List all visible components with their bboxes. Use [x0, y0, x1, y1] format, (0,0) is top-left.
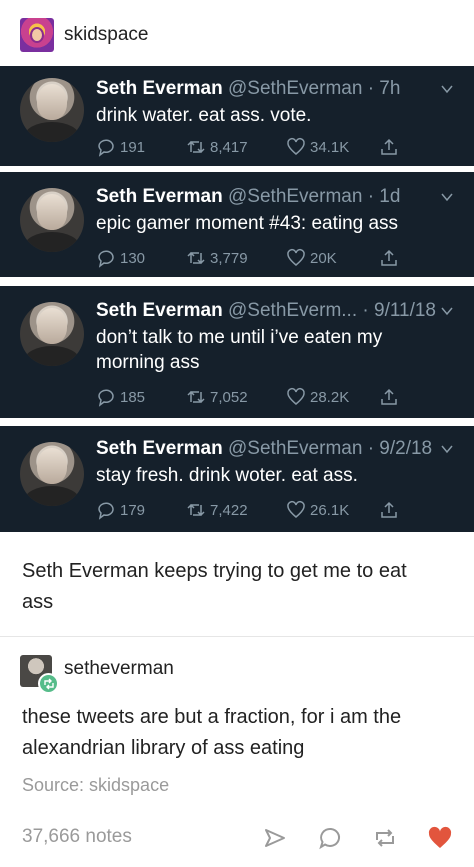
divider [0, 636, 474, 637]
comment-icon[interactable] [318, 825, 344, 851]
tweet-handle-time: @SethEverm... · 9/11/18 [228, 300, 436, 321]
chevron-down-icon[interactable] [440, 82, 454, 96]
reply-action[interactable]: 179 [96, 499, 145, 521]
tweet-author: Seth Everman @SethEverm... · 9/11/18 [96, 300, 436, 322]
share-action[interactable] [379, 247, 399, 269]
tweet-handle-time: @SethEverman · 9/2/18 [228, 438, 433, 459]
reblog-blog-name[interactable]: setheverman [64, 658, 174, 680]
reply-icon [98, 389, 114, 407]
tweet-display-name: Seth Everman [96, 300, 223, 321]
chevron-down-icon[interactable] [440, 190, 454, 204]
retweet-action[interactable]: 3,779 [186, 247, 248, 269]
reply-action[interactable]: 185 [96, 386, 145, 408]
share-action[interactable] [379, 499, 399, 521]
tweet-display-name: Seth Everman [96, 186, 223, 207]
heart-icon [287, 138, 305, 155]
reply-count: 179 [120, 501, 146, 519]
post-header: skidspace [0, 0, 474, 66]
reblog-icon [43, 678, 54, 689]
retweet-count: 7,422 [210, 501, 248, 519]
retweet-action[interactable]: 7,052 [186, 386, 248, 408]
send-icon[interactable] [262, 825, 288, 851]
heart-icon [287, 249, 305, 266]
notes-count[interactable]: 37,666 notes [22, 826, 132, 848]
reply-count: 191 [120, 138, 146, 156]
like-count: 34.1K [310, 138, 350, 156]
tweet-author: Seth Everman @SethEverman · 9/2/18 [96, 438, 432, 460]
tweet-handle-time: @SethEverman · 1d [228, 186, 401, 207]
like-action[interactable]: 26.1K [286, 499, 349, 521]
reblog-badge [38, 673, 59, 694]
like-count: 26.1K [310, 501, 350, 519]
heart-icon [287, 388, 305, 405]
retweet-icon [187, 390, 205, 404]
chevron-down-icon[interactable] [440, 304, 454, 318]
reblog-icon[interactable] [372, 825, 398, 851]
retweet-icon [187, 140, 205, 154]
retweet-action[interactable]: 7,422 [186, 499, 248, 521]
reply-icon [98, 502, 114, 520]
tweet-author: Seth Everman @SethEverman · 1d [96, 186, 400, 208]
blog-name[interactable]: skidspace [64, 24, 149, 46]
share-action[interactable] [379, 386, 399, 408]
share-icon [381, 501, 397, 518]
reply-icon [98, 250, 114, 268]
tweet-card: Seth Everman @SethEverman · 1d epic game… [0, 172, 474, 277]
post-caption: Seth Everman keeps trying to get me to e… [22, 560, 407, 613]
tweet-actions: 185 7,052 28.2K [96, 386, 416, 408]
tweet-avatar [20, 442, 84, 506]
tweet-actions: 191 8,417 34.1K [96, 136, 416, 158]
share-icon [381, 249, 397, 266]
share-icon [381, 388, 397, 405]
retweet-count: 7,052 [210, 388, 248, 406]
tweet-card: Seth Everman @SethEverman · 9/2/18 stay … [0, 426, 474, 532]
tweet-text: stay fresh. drink woter. eat ass. [96, 465, 358, 486]
chevron-down-icon[interactable] [440, 442, 454, 456]
tweet-text: don’t talk to me until i’ve eaten my mor… [96, 327, 383, 373]
heart-icon [287, 501, 305, 518]
source-link[interactable]: Source: skidspace [22, 775, 169, 796]
share-icon [381, 138, 397, 155]
retweet-count: 3,779 [210, 249, 248, 267]
like-action[interactable]: 28.2K [286, 386, 349, 408]
retweet-icon [187, 251, 205, 265]
like-action[interactable]: 34.1K [286, 136, 349, 158]
like-action[interactable]: 20K [286, 247, 337, 269]
tweet-handle-time: @SethEverman · 7h [228, 78, 401, 99]
reply-action[interactable]: 191 [96, 136, 145, 158]
like-count: 20K [310, 249, 337, 267]
tweet-avatar [20, 78, 84, 142]
reply-action[interactable]: 130 [96, 247, 145, 269]
tweet-text: drink water. eat ass. vote. [96, 105, 312, 126]
tweet-card: Seth Everman @SethEverm... · 9/11/18 don… [0, 286, 474, 418]
tweet-display-name: Seth Everman [96, 438, 223, 459]
heart-icon[interactable] [427, 825, 453, 851]
like-count: 28.2K [310, 388, 350, 406]
reply-icon [98, 139, 114, 157]
tweet-avatar [20, 188, 84, 252]
tweet-actions: 179 7,422 26.1K [96, 499, 416, 521]
tweet-author: Seth Everman @SethEverman · 7h [96, 78, 400, 100]
reply-count: 130 [120, 249, 146, 267]
tweet-actions: 130 3,779 20K [96, 247, 416, 269]
tweet-avatar [20, 302, 84, 366]
share-action[interactable] [379, 136, 399, 158]
reply-count: 185 [120, 388, 146, 406]
reblog-text: these tweets are but a fraction, for i a… [22, 706, 402, 759]
tweet-display-name: Seth Everman [96, 78, 223, 99]
blog-avatar[interactable] [20, 18, 54, 52]
tweet-text: epic gamer moment #43: eating ass [96, 213, 399, 234]
retweet-action[interactable]: 8,417 [186, 136, 248, 158]
retweet-count: 8,417 [210, 138, 248, 156]
tweet-card: Seth Everman @SethEverman · 7h drink wat… [0, 66, 474, 166]
retweet-icon [187, 503, 205, 517]
